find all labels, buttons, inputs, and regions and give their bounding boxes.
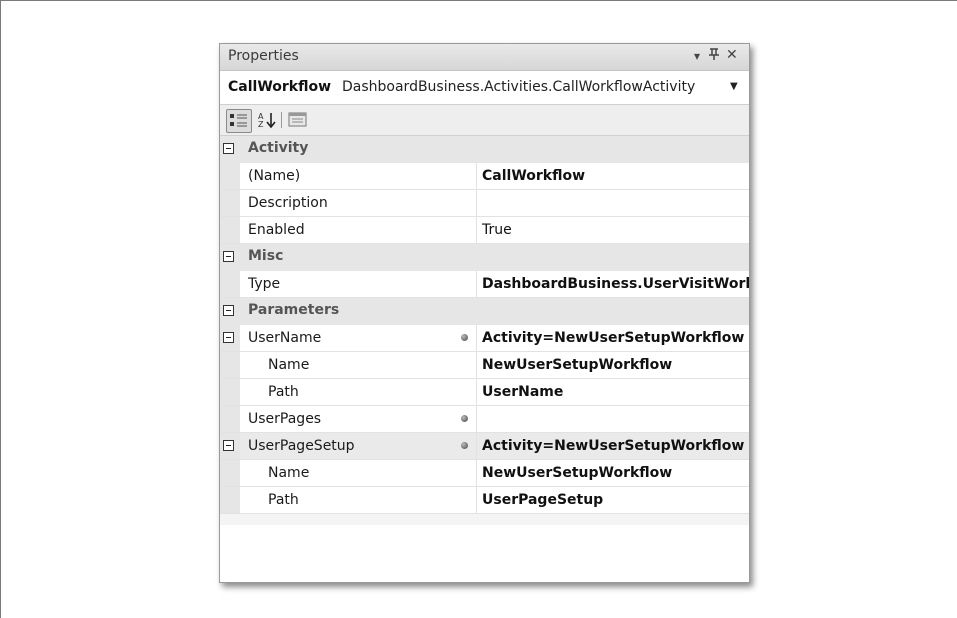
property-value[interactable]: NewUserSetupWorkflow	[482, 465, 672, 481]
title-bar: Properties ▾ ✕	[220, 44, 749, 71]
category-row-activity[interactable]: Activity	[220, 136, 749, 163]
property-name: (Name)	[248, 168, 301, 184]
property-row[interactable]: UserName Activity=NewUserSetupWorkflow	[220, 325, 749, 352]
property-row[interactable]: Description	[220, 190, 749, 217]
collapse-icon[interactable]	[223, 251, 234, 262]
collapse-icon[interactable]	[223, 143, 234, 154]
collapse-icon[interactable]	[223, 332, 234, 343]
property-name: UserPageSetup	[248, 438, 355, 454]
bind-property-icon[interactable]	[461, 442, 468, 449]
pin-icon[interactable]	[708, 47, 720, 65]
column-divider	[476, 487, 477, 513]
column-divider	[476, 460, 477, 486]
grid-empty-area	[220, 525, 749, 582]
bind-property-icon[interactable]	[461, 334, 468, 341]
svg-text:Z: Z	[258, 120, 264, 129]
categorized-view-icon	[230, 114, 247, 127]
alphabetical-sort-button[interactable]: A Z	[256, 109, 278, 131]
category-row-misc[interactable]: Misc	[220, 244, 749, 271]
property-value[interactable]: Activity=NewUserSetupWorkflow	[482, 438, 744, 454]
properties-toolbar: A Z	[220, 105, 749, 136]
category-label: Parameters	[248, 302, 340, 318]
alphabetical-sort-icon: A Z	[258, 112, 276, 129]
row-gutter	[220, 271, 240, 297]
toolbar-separator	[281, 112, 282, 128]
row-gutter	[220, 487, 240, 513]
selected-object-type: DashboardBusiness.Activities.CallWorkflo…	[342, 79, 696, 95]
category-label: Misc	[248, 248, 284, 264]
property-value[interactable]: NewUserSetupWorkflow	[482, 357, 672, 373]
bind-property-icon[interactable]	[461, 415, 468, 422]
property-name: Description	[248, 195, 328, 211]
property-value[interactable]: CallWorkflow	[482, 168, 585, 184]
column-divider	[476, 379, 477, 405]
property-row[interactable]: UserPageSetup Activity=NewUserSetupWorkfl…	[220, 433, 749, 460]
property-row[interactable]: Name NewUserSetupWorkflow	[220, 460, 749, 487]
row-gutter	[220, 352, 240, 378]
property-name: UserName	[248, 330, 322, 346]
property-row[interactable]: Type DashboardBusiness.UserVisitWork	[220, 271, 749, 298]
property-row[interactable]: (Name) CallWorkflow	[220, 163, 749, 190]
row-gutter	[220, 460, 240, 486]
row-gutter	[220, 163, 240, 189]
property-name: Path	[268, 384, 299, 400]
column-divider	[476, 163, 477, 189]
property-value[interactable]: UserPageSetup	[482, 492, 603, 508]
object-selector[interactable]: CallWorkflow DashboardBusiness.Activitie…	[220, 71, 749, 105]
property-row[interactable]: Path UserPageSetup	[220, 487, 749, 514]
column-divider	[476, 217, 477, 243]
row-gutter	[220, 406, 240, 432]
property-name: UserPages	[248, 411, 322, 427]
close-icon[interactable]: ✕	[726, 47, 738, 63]
chevron-down-icon[interactable]: ▼	[730, 81, 738, 92]
column-divider	[476, 433, 477, 459]
row-gutter	[220, 190, 240, 216]
column-divider	[476, 325, 477, 351]
row-gutter	[220, 379, 240, 405]
categorized-view-button[interactable]	[226, 109, 252, 133]
property-row[interactable]: UserPages	[220, 406, 749, 433]
property-value[interactable]: DashboardBusiness.UserVisitWork	[482, 276, 749, 292]
document-frame-left	[0, 0, 1, 618]
property-name: Path	[268, 492, 299, 508]
pin-icon-glyph	[709, 48, 719, 60]
window-position-dropdown-icon[interactable]: ▾	[694, 49, 700, 63]
category-row-parameters[interactable]: Parameters	[220, 298, 749, 325]
category-label: Activity	[248, 140, 309, 156]
column-divider	[476, 406, 477, 432]
property-name: Name	[268, 357, 310, 373]
property-name: Enabled	[248, 222, 305, 238]
column-divider	[476, 190, 477, 216]
window-title: Properties	[228, 48, 299, 64]
document-frame-top	[0, 0, 957, 1]
property-row[interactable]: Name NewUserSetupWorkflow	[220, 352, 749, 379]
collapse-icon[interactable]	[223, 440, 234, 451]
property-grid: Activity (Name) CallWorkflow Description Ena…	[220, 136, 749, 514]
column-divider	[476, 352, 477, 378]
property-value[interactable]: Activity=NewUserSetupWorkflow	[482, 330, 744, 346]
property-name: Name	[268, 465, 310, 481]
property-pages-button[interactable]	[286, 109, 310, 131]
column-divider	[476, 271, 477, 297]
properties-window: Properties ▾ ✕ CallWorkflow DashboardBus…	[219, 43, 750, 583]
property-row[interactable]: Enabled True	[220, 217, 749, 244]
property-row[interactable]: Path UserName	[220, 379, 749, 406]
property-pages-icon	[288, 112, 307, 127]
selected-object-name: CallWorkflow	[228, 79, 332, 95]
collapse-icon[interactable]	[223, 305, 234, 316]
row-gutter	[220, 217, 240, 243]
property-value[interactable]: UserName	[482, 384, 563, 400]
property-name: Type	[248, 276, 281, 292]
property-value[interactable]: True	[482, 222, 512, 238]
